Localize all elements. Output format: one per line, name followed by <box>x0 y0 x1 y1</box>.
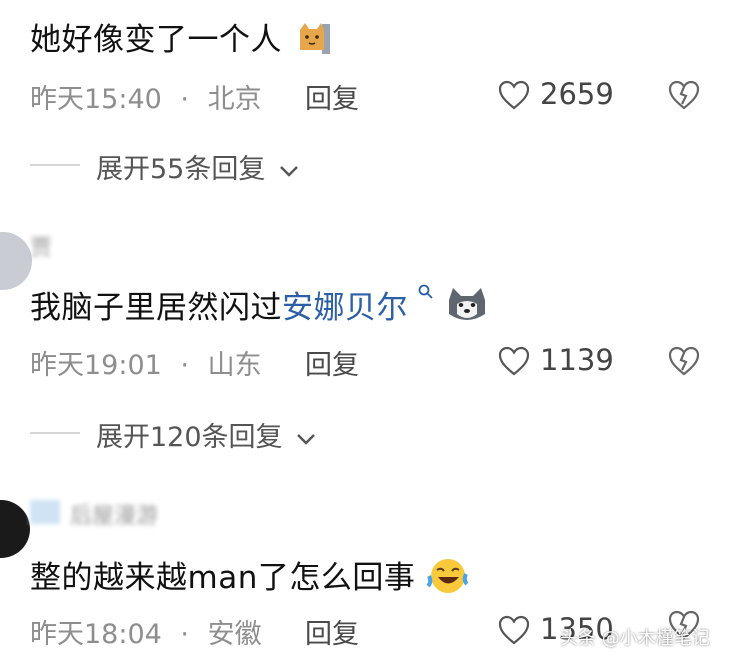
expand-divider-line <box>30 164 80 166</box>
separator-dot: · <box>180 619 189 650</box>
cat-emoji-icon <box>296 20 332 64</box>
comment-3-username[interactable]: 后屋漫游 <box>70 498 158 530</box>
comment-3-location: 安徽 <box>207 619 262 650</box>
heart-outline-icon <box>498 615 530 645</box>
comment-3-text-row: 整的越来越man了怎么回事 <box>30 552 469 604</box>
comment-2-meta: 昨天19:01 · 山东 <box>30 343 262 382</box>
comment-2-text-row: 我脑子里居然闪过安娜贝尔 <box>30 282 489 334</box>
comment-2-like-button[interactable] <box>498 346 530 380</box>
comment-1-dislike-button[interactable] <box>668 80 700 114</box>
comment-2-time: 昨天19:01 <box>30 350 162 381</box>
laughing-tears-emoji-icon <box>426 556 469 604</box>
comment-2-reply-button[interactable]: 回复 <box>305 343 359 382</box>
broken-heart-icon <box>668 80 700 110</box>
heart-outline-icon <box>498 80 530 110</box>
expand-replies-label: 展开120条回复 <box>96 422 283 453</box>
username-badge <box>30 500 60 524</box>
comment-2-text: 我脑子里居然闪过 <box>30 290 282 326</box>
expand-divider-line <box>30 432 80 434</box>
avatar[interactable] <box>0 232 32 290</box>
comment-1-text-row: 她好像变了一个人 <box>30 14 332 64</box>
comment-3-time: 昨天18:04 <box>30 619 162 650</box>
search-icon[interactable] <box>418 284 434 302</box>
avatar[interactable] <box>0 500 30 558</box>
comment-2-like-count: 1139 <box>540 343 614 377</box>
comment-1-reply-button[interactable]: 回复 <box>305 77 359 116</box>
comment-1-meta: 昨天15:40 · 北京 <box>30 77 262 116</box>
search-link[interactable]: 安娜贝尔 <box>282 290 408 326</box>
chevron-down-icon <box>297 434 315 445</box>
comment-2-expand-replies[interactable]: 展开120条回复 <box>96 415 317 454</box>
comment-1-location: 北京 <box>207 84 262 115</box>
comment-1-time: 昨天15:40 <box>30 84 162 115</box>
expand-replies-label: 展开55条回复 <box>96 154 266 185</box>
comment-3-meta: 昨天18:04 · 安徽 <box>30 612 262 651</box>
comment-3-text: 整的越来越man了怎么回事 <box>30 560 416 596</box>
comment-3-reply-button[interactable]: 回复 <box>305 612 359 651</box>
comment-2-username[interactable]: 贾 <box>30 230 52 262</box>
heart-outline-icon <box>498 346 530 376</box>
comment-2-location: 山东 <box>207 350 262 381</box>
comment-2-dislike-button[interactable] <box>668 346 700 380</box>
comment-1-like-count: 2659 <box>540 77 614 111</box>
comment-1-expand-replies[interactable]: 展开55条回复 <box>96 147 300 186</box>
comment-1-text: 她好像变了一个人 <box>30 22 282 58</box>
watermark: 头条 @小木槿笔记 <box>560 628 710 649</box>
separator-dot: · <box>180 350 189 381</box>
comment-1-like-button[interactable] <box>498 80 530 114</box>
comment-3-like-button[interactable] <box>498 615 530 649</box>
husky-emoji-icon <box>445 286 489 334</box>
chevron-down-icon <box>280 166 298 177</box>
separator-dot: · <box>180 84 189 115</box>
broken-heart-icon <box>668 346 700 376</box>
